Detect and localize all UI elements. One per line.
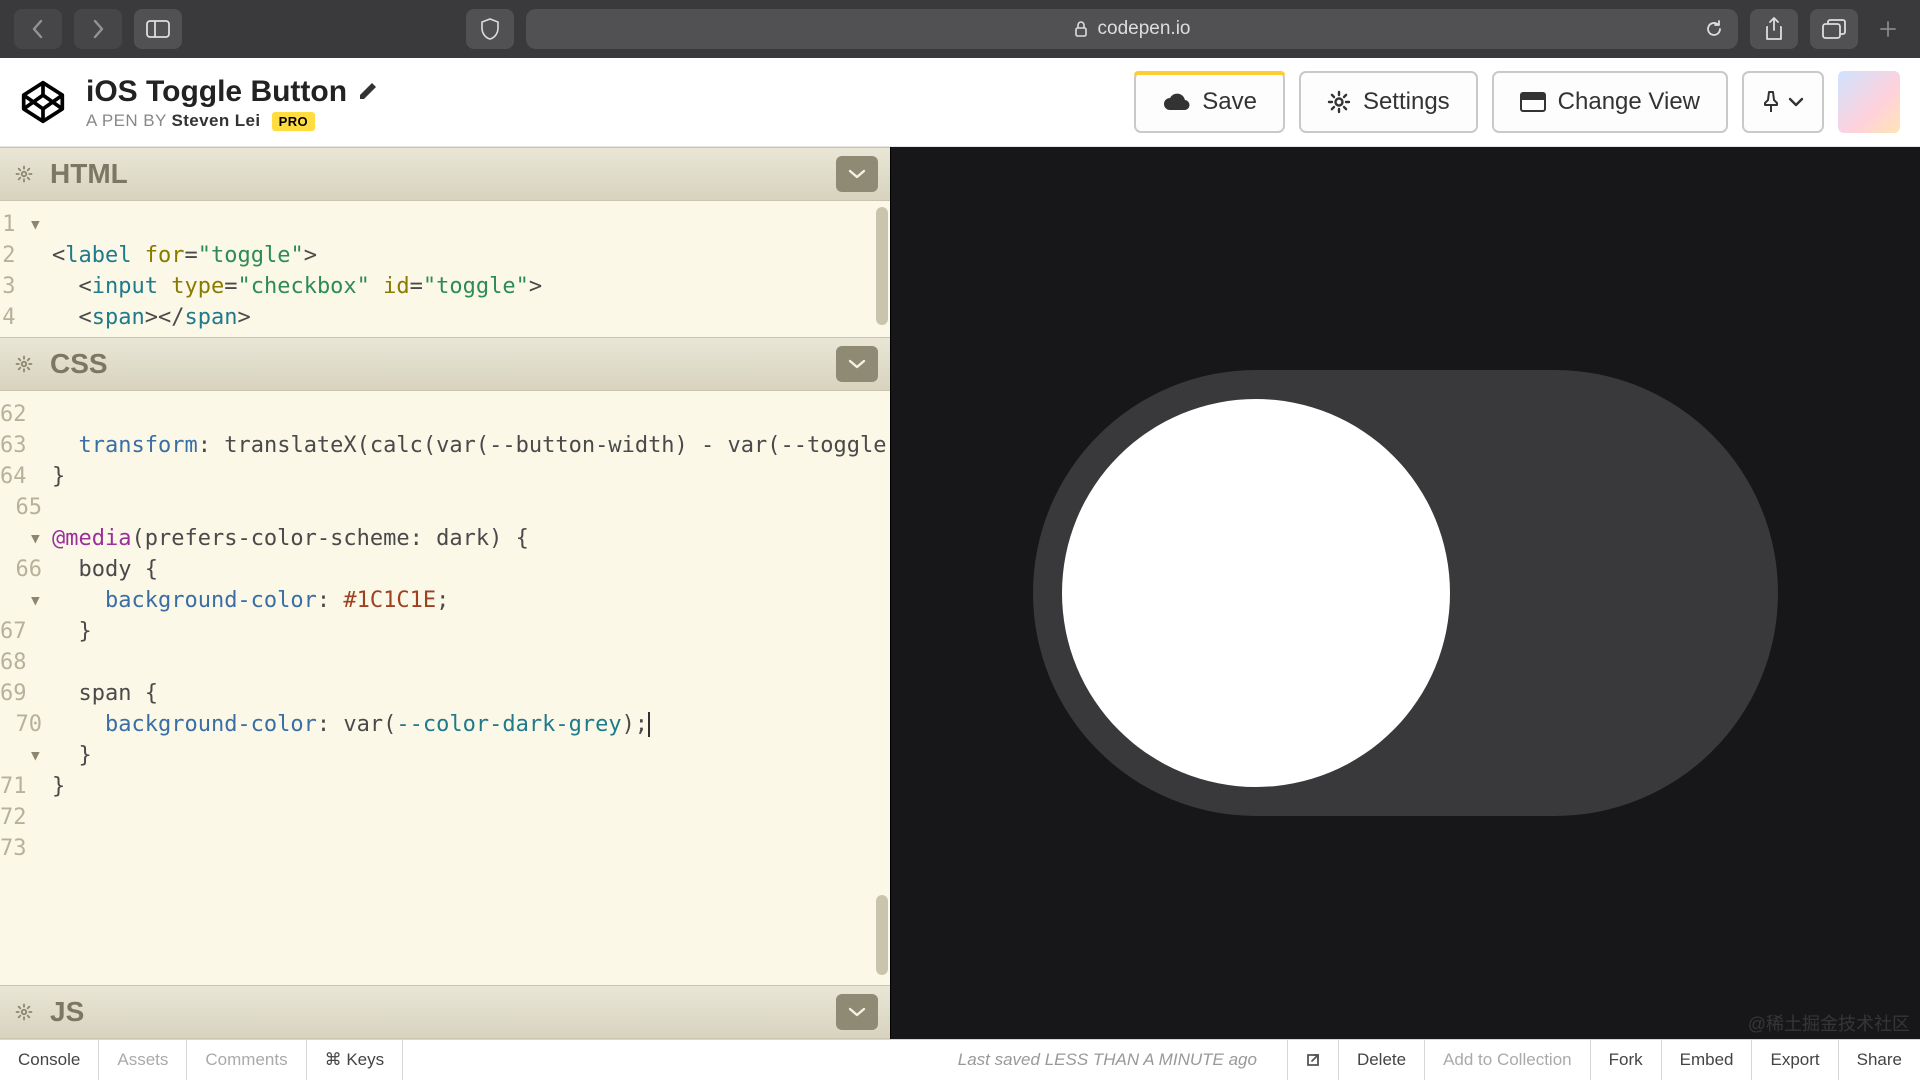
edit-icon[interactable] bbox=[357, 80, 379, 102]
assets-tab[interactable]: Assets bbox=[99, 1040, 187, 1080]
sidebar-toggle-button[interactable] bbox=[134, 9, 182, 49]
workspace: HTML 1 ▾ 2 3 4 <label for="toggle"> <inp… bbox=[0, 147, 1920, 1039]
lock-icon bbox=[1074, 20, 1088, 38]
title-block: iOS Toggle Button A PEN BY Steven Lei PR… bbox=[86, 73, 379, 132]
codepen-logo-icon bbox=[20, 79, 66, 125]
gear-icon bbox=[1327, 90, 1351, 114]
save-label: Save bbox=[1202, 88, 1257, 116]
open-new-window-button[interactable] bbox=[1287, 1040, 1338, 1080]
back-button[interactable] bbox=[14, 9, 62, 49]
css-panel-menu[interactable] bbox=[836, 346, 878, 382]
url-text: codepen.io bbox=[1098, 18, 1191, 40]
gutter: 62 63 64 65 ▾ 66 ▾ 67 68 69 70 ▾ 71 72 7… bbox=[0, 399, 52, 864]
scrollbar[interactable] bbox=[876, 207, 888, 325]
html-settings-button[interactable] bbox=[12, 162, 36, 186]
save-button[interactable]: Save bbox=[1134, 71, 1285, 133]
chevron-down-icon bbox=[1788, 97, 1804, 107]
share-icon bbox=[1764, 17, 1784, 41]
keys-tab[interactable]: ⌘ Keys bbox=[307, 1040, 404, 1080]
code-area[interactable]: transform: translateX(calc(var(--button-… bbox=[52, 399, 890, 864]
html-editor[interactable]: 1 ▾ 2 3 4 <label for="toggle"> <input ty… bbox=[0, 201, 890, 337]
pin-icon bbox=[1762, 91, 1780, 113]
byline-prefix: A PEN BY bbox=[86, 111, 166, 130]
chevron-right-icon bbox=[90, 19, 106, 39]
console-tab[interactable]: Console bbox=[0, 1040, 99, 1080]
chevron-down-icon bbox=[848, 359, 866, 369]
gear-icon bbox=[15, 165, 33, 183]
avatar[interactable] bbox=[1838, 71, 1900, 133]
reload-icon bbox=[1704, 19, 1724, 39]
pin-menu-button[interactable] bbox=[1742, 71, 1824, 133]
url-bar[interactable]: codepen.io bbox=[526, 9, 1738, 49]
settings-label: Settings bbox=[1363, 88, 1450, 116]
chevron-left-icon bbox=[30, 19, 46, 39]
html-panel-menu[interactable] bbox=[836, 156, 878, 192]
author-link[interactable]: Steven Lei bbox=[172, 111, 261, 130]
sidebar-icon bbox=[146, 20, 170, 38]
preview-pane[interactable] bbox=[891, 147, 1920, 1039]
css-editor[interactable]: 62 63 64 65 ▾ 66 ▾ 67 68 69 70 ▾ 71 72 7… bbox=[0, 391, 890, 985]
pen-title[interactable]: iOS Toggle Button bbox=[86, 73, 347, 111]
code-area[interactable]: <label for="toggle"> <input type="checkb… bbox=[52, 209, 890, 337]
tabs-icon bbox=[1822, 19, 1846, 39]
privacy-report-button[interactable] bbox=[466, 9, 514, 49]
change-view-label: Change View bbox=[1558, 88, 1700, 116]
forward-button[interactable] bbox=[74, 9, 122, 49]
css-settings-button[interactable] bbox=[12, 352, 36, 376]
share-footer-button[interactable]: Share bbox=[1838, 1040, 1920, 1080]
gear-icon bbox=[15, 1003, 33, 1021]
cloud-icon bbox=[1162, 92, 1190, 112]
gutter: 1 ▾ 2 3 4 bbox=[0, 209, 52, 337]
panel-label: JS bbox=[50, 996, 84, 1028]
pro-badge: PRO bbox=[272, 112, 315, 131]
watermark: @稀土掘金技术社区 bbox=[1748, 1010, 1910, 1036]
delete-button[interactable]: Delete bbox=[1338, 1040, 1424, 1080]
tabs-button[interactable] bbox=[1810, 9, 1858, 49]
embed-button[interactable]: Embed bbox=[1661, 1040, 1752, 1080]
js-settings-button[interactable] bbox=[12, 1000, 36, 1024]
footer-bar: Console Assets Comments ⌘ Keys Last save… bbox=[0, 1039, 1920, 1080]
new-tab-button[interactable] bbox=[1870, 0, 1906, 58]
share-button[interactable] bbox=[1750, 9, 1798, 49]
toggle-knob[interactable] bbox=[1062, 399, 1450, 787]
panel-header-js: JS bbox=[0, 985, 890, 1039]
layout-icon bbox=[1520, 92, 1546, 112]
add-collection-button[interactable]: Add to Collection bbox=[1424, 1040, 1590, 1080]
comments-tab[interactable]: Comments bbox=[187, 1040, 306, 1080]
export-button[interactable]: Export bbox=[1751, 1040, 1837, 1080]
app-header: iOS Toggle Button A PEN BY Steven Lei PR… bbox=[0, 58, 1920, 147]
toggle-track[interactable] bbox=[1033, 370, 1778, 816]
fork-button[interactable]: Fork bbox=[1590, 1040, 1661, 1080]
change-view-button[interactable]: Change View bbox=[1492, 71, 1728, 133]
plus-icon bbox=[1880, 21, 1896, 37]
reload-button[interactable] bbox=[1704, 19, 1724, 39]
chevron-down-icon bbox=[848, 169, 866, 179]
js-panel-menu[interactable] bbox=[836, 994, 878, 1030]
gear-icon bbox=[15, 355, 33, 373]
scrollbar[interactable] bbox=[876, 895, 888, 975]
chevron-down-icon bbox=[848, 1007, 866, 1017]
panel-label: CSS bbox=[50, 348, 108, 380]
settings-button[interactable]: Settings bbox=[1299, 71, 1478, 133]
browser-toolbar: codepen.io bbox=[0, 0, 1920, 58]
panel-header-html: HTML bbox=[0, 147, 890, 201]
codepen-logo[interactable] bbox=[20, 79, 66, 125]
editor-column: HTML 1 ▾ 2 3 4 <label for="toggle"> <inp… bbox=[0, 147, 891, 1039]
panel-header-css: CSS bbox=[0, 337, 890, 391]
external-icon bbox=[1304, 1051, 1322, 1069]
shield-icon bbox=[480, 18, 500, 40]
panel-label: HTML bbox=[50, 158, 128, 190]
save-status: Last saved LESS THAN A MINUTE ago bbox=[958, 1050, 1287, 1070]
